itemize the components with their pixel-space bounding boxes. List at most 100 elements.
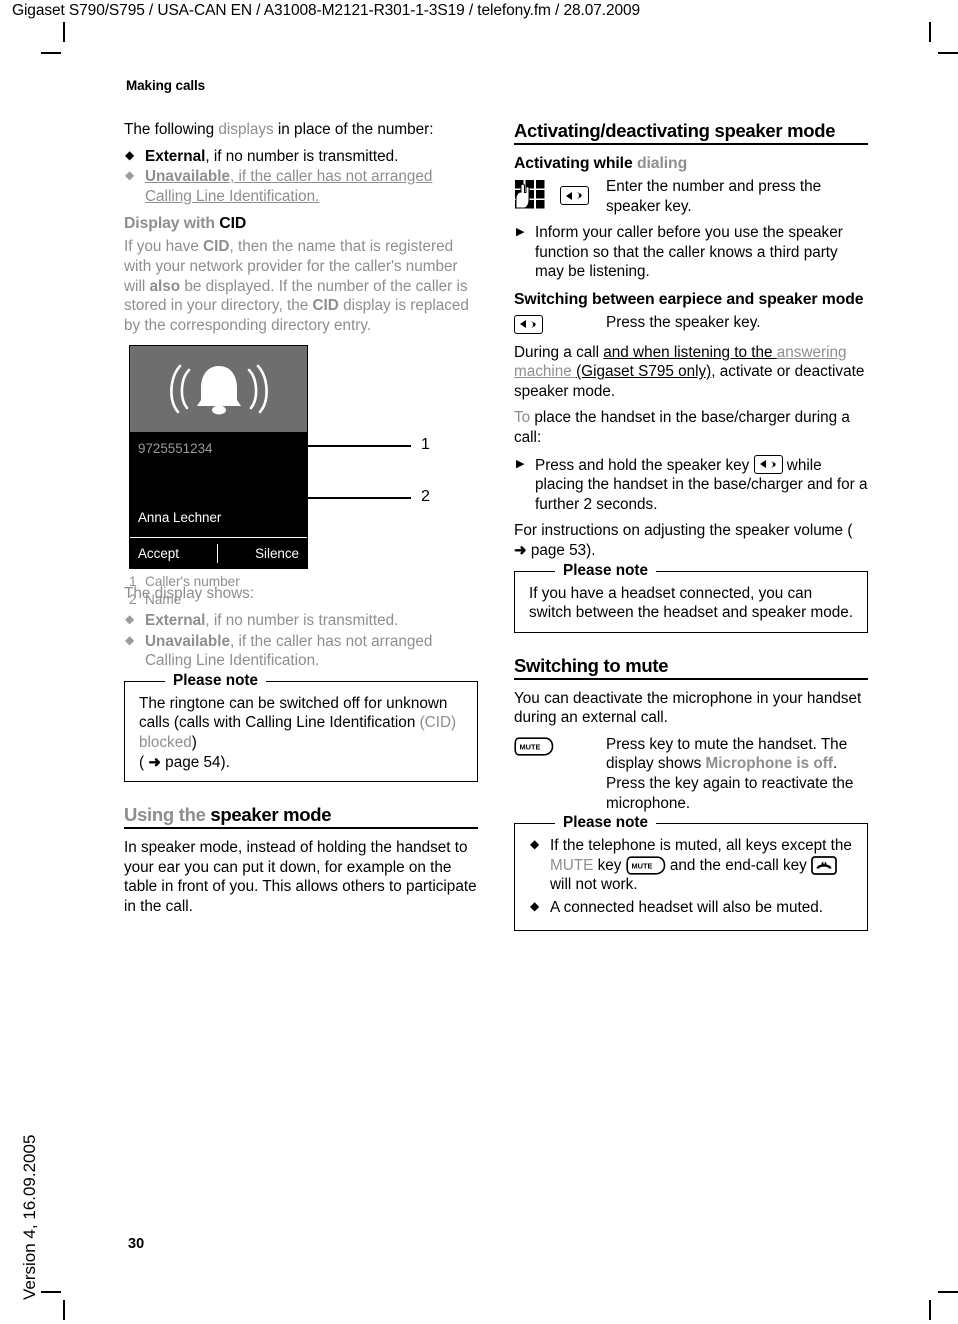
heading-switching-to-mute: Switching to mute	[514, 654, 669, 676]
mute-key-icon: MUTE	[514, 737, 554, 756]
crop-mark-top-left-horizontal	[41, 52, 61, 54]
during-call-inserted-1: and when listening to the	[603, 343, 777, 361]
page-number: 30	[128, 1236, 145, 1252]
callout-leader-2	[306, 497, 411, 499]
heading-using-speaker-b: speaker mode	[210, 804, 332, 826]
note-text-1: The ringtone can be switched off for unk…	[139, 694, 448, 732]
action-text: Enter the number and press the speaker k…	[606, 178, 822, 215]
xref-open: (	[139, 753, 149, 771]
speaker-key-icon	[514, 314, 543, 334]
figure-legend: 1 Caller's number 2 Name	[129, 573, 240, 608]
heading-activating-deactivating: Activating/deactivating speaker mode	[514, 120, 836, 141]
heading-display-with-cid-b: CID	[219, 215, 247, 233]
list-item: Unavailable, if the caller has not arran…	[124, 166, 478, 206]
legend-entry: 1 Caller's number	[129, 573, 240, 591]
chapter-title: Making calls	[126, 78, 206, 93]
note-box-mute: Please note If the telephone is muted, a…	[514, 813, 868, 931]
note-title: Please note	[555, 560, 657, 580]
intro-paragraph: The following displays in place of the n…	[124, 120, 478, 140]
press-hold-text-1: Press and hold the speaker key	[535, 456, 754, 474]
xref-page[interactable]: page 53	[527, 542, 586, 559]
action-row-mute: MUTE Press key to mute the handset. The …	[514, 735, 868, 813]
bullet-term-unavailable: Unavailable	[145, 168, 231, 186]
heading-rule	[514, 143, 868, 145]
during-call-paragraph: During a call and when listening to the …	[514, 343, 868, 402]
cid-paragraph: If you have CID, then the name that is r…	[124, 237, 478, 335]
crop-mark-bottom-right-vertical	[929, 1300, 931, 1320]
crop-mark-top-right-horizontal	[938, 52, 958, 54]
note-title: Please note	[555, 813, 657, 833]
note-box-ringtone: Please note The ringtone can be switched…	[124, 670, 478, 783]
list-item: Press and hold the speaker key while pla…	[514, 454, 868, 515]
place-handset-paragraph: To place the handset in the base/charger…	[514, 408, 868, 447]
note-mute-text-2: key	[593, 856, 626, 874]
cid-term-also: also	[149, 277, 181, 295]
list-item: Inform your caller before you use the sp…	[514, 223, 868, 282]
crop-mark-bottom-left-vertical	[63, 1300, 65, 1320]
volume-text-1: For instructions on adjusting the speake…	[514, 522, 848, 540]
heading-activating-b: dialing	[636, 155, 688, 172]
heading-rule	[124, 827, 478, 830]
mute-text-3: Press the key again to reactivate the mi…	[606, 775, 854, 812]
bullet2-text-external: , if no number is transmitted.	[205, 611, 399, 629]
note-mute-text-4: will not work.	[550, 876, 638, 894]
intro-bullet-list: External, if no number is transmitted. U…	[124, 146, 478, 207]
list-item: External, if no number is transmitted.	[124, 146, 478, 167]
speaker-mode-paragraph: In speaker mode, instead of holding the …	[124, 839, 477, 915]
bullet-text-external: , if no number is transmitted.	[205, 147, 399, 165]
intro-text-c: in place of the number:	[273, 121, 434, 138]
heading-display-with-cid: Display with CID	[124, 214, 478, 234]
svg-text:MUTE: MUTE	[631, 861, 652, 870]
softkey-accept[interactable]: Accept	[130, 543, 218, 564]
legend-entry: 2 Name	[129, 591, 240, 609]
heading-activating-a: Activating while	[514, 155, 637, 172]
note-text-2: )	[191, 733, 197, 751]
note-title: Please note	[165, 670, 267, 690]
bullet-term-external: External	[145, 147, 206, 165]
list-item: A connected headset will also be muted.	[529, 897, 855, 918]
legend-number-1: 1	[129, 574, 137, 590]
note-bullet-list: If the telephone is muted, all keys exce…	[529, 835, 855, 918]
right-column: Activating/deactivating speaker mode Act…	[514, 120, 868, 941]
place-handset-gray: To	[514, 409, 531, 427]
during-call-text-1: During a call	[514, 343, 604, 361]
volume-paragraph: For instructions on adjusting the speake…	[514, 521, 868, 560]
crop-mark-top-left-vertical	[63, 22, 65, 42]
crop-mark-bottom-right-horizontal	[938, 1291, 958, 1293]
xref-arrow-icon: ➜	[148, 753, 161, 771]
action-text: Press key to mute the handset. The displ…	[606, 735, 868, 813]
cid-term-2: CID	[312, 297, 339, 315]
note-mute-text-1: If the telephone is muted, all keys exce…	[550, 837, 852, 855]
crop-mark-top-right-vertical	[929, 22, 931, 42]
note-body: The ringtone can be switched off for unk…	[139, 694, 465, 772]
bullet2-term-unavailable: Unavailable	[145, 632, 231, 650]
action-icons	[514, 177, 606, 216]
action-row-enter-number: Enter the number and press the speaker k…	[514, 177, 868, 216]
display-softkey-bar: Accept Silence	[130, 538, 307, 568]
xref-open: (	[847, 522, 853, 540]
speaker-key-icon	[753, 454, 783, 474]
legend-number-2: 2	[129, 591, 137, 607]
mute-paragraph: You can deactivate the microphone in you…	[514, 689, 862, 727]
display-caller-number: 9725551234	[138, 441, 213, 457]
intro-text-a: The following	[124, 121, 219, 138]
step-list-inform-caller: Inform your caller before you use the sp…	[514, 223, 868, 282]
list-item: Unavailable, if the caller has not arran…	[124, 631, 478, 671]
xref-arrow-icon: ➜	[514, 541, 527, 559]
softkey-silence[interactable]: Silence	[218, 544, 307, 564]
callout-leader-1	[306, 445, 411, 447]
version-margin-text: Version 4, 16.09.2005	[20, 1134, 39, 1300]
mute-key-icon: MUTE	[626, 856, 666, 875]
keypad-digits-icon	[514, 179, 548, 209]
during-call-inserted-2: (Gigaset S795 only)	[576, 363, 712, 381]
step-list-press-hold: Press and hold the speaker key while pla…	[514, 454, 868, 515]
mute-display-message: Microphone is off	[705, 755, 833, 773]
document-running-header: Gigaset S790/S795 / USA-CAN EN / A31008-…	[12, 2, 641, 19]
xref-page[interactable]: page 54	[161, 754, 220, 771]
heading-switching-earpiece-speaker: Switching between earpiece and speaker m…	[514, 290, 864, 308]
legend-text-1: Caller's number	[145, 574, 240, 590]
intro-text-displays: displays	[218, 121, 274, 138]
action-icons: MUTE	[514, 735, 606, 813]
heading-rule	[514, 677, 868, 680]
crop-mark-bottom-left-horizontal	[41, 1291, 61, 1293]
